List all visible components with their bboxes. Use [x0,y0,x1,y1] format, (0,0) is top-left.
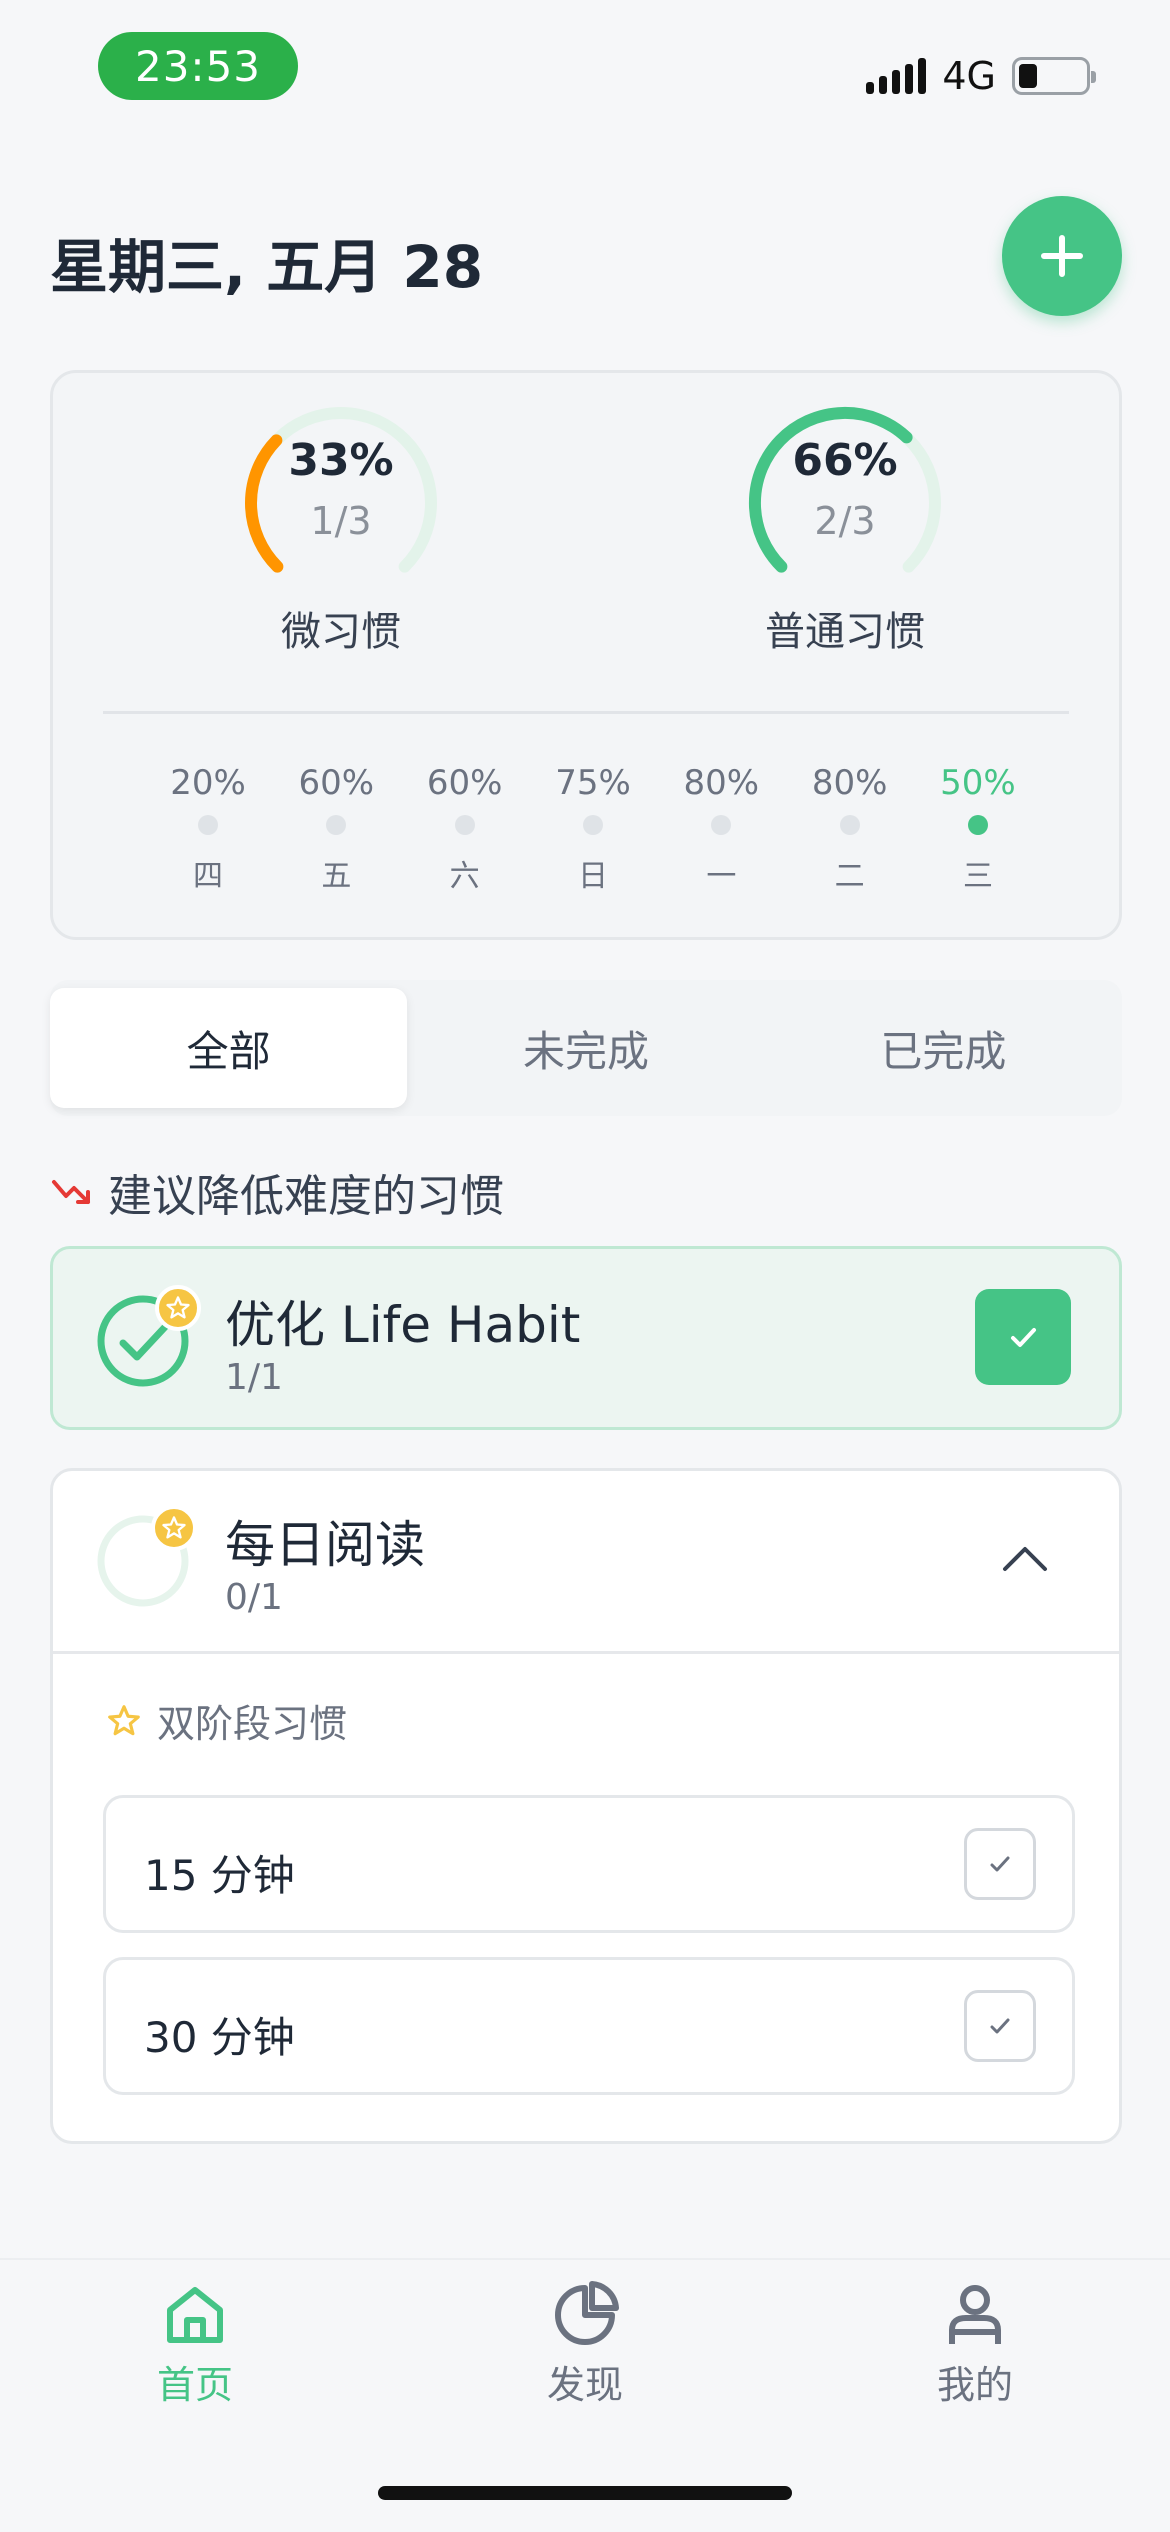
stage-checkbox[interactable] [964,1828,1036,1900]
stage-option[interactable]: 30 分钟 [103,1957,1075,2095]
complete-habit-button[interactable] [975,1289,1071,1385]
battery-icon [1012,57,1096,95]
plus-icon [1041,235,1083,277]
status-time: 23:53 [98,32,298,100]
signal-icon [866,58,927,94]
nav-discover[interactable]: 发现 [485,2280,685,2409]
day-item[interactable]: 60% 五 [281,763,391,895]
normal-habit-ring: 66% 2/3 [735,393,955,613]
day-item[interactable]: 60% 六 [410,763,520,895]
day-percent: 50% [940,763,1016,803]
star-icon [151,1505,197,1551]
ring-fraction: 1/3 [310,499,372,543]
day-percent: 80% [683,763,760,803]
day-percent: 60% [426,763,503,803]
check-icon [1011,1328,1036,1347]
day-dot [454,815,475,835]
day-dot [711,815,732,835]
micro-habit-ring: 33% 1/3 [231,393,451,613]
nav-label: 首页 [156,2363,233,2407]
ring-fraction: 2/3 [814,499,876,543]
check-icon [119,1323,169,1361]
tab-all[interactable]: 全部 [50,988,408,1108]
two-stage-text: 双阶段习惯 [157,1702,348,1746]
divider [53,1651,1119,1654]
day-percent: 75% [555,763,631,803]
page-title: 星期三, 五月 28 [50,233,484,301]
habit-count: 1/1 [225,1357,283,1398]
habit-name: 每日阅读 [225,1516,425,1574]
habit-count: 0/1 [225,1577,283,1618]
star-outline-icon [108,1704,140,1735]
stage-option[interactable]: 15 分钟 [103,1795,1075,1933]
day-name: 日 [577,859,608,894]
status-indicators: 4G [866,52,1096,100]
day-name: 一 [706,859,737,894]
stats-card: 33% 1/3 微习惯 66% 2/3 普通习惯 20% 四 60% 五 60% 六 … [50,370,1122,940]
day-dot [839,815,860,835]
day-dot [967,815,988,835]
tab-incomplete[interactable]: 未完成 [407,980,764,1116]
ring-percent: 33% [288,435,394,486]
day-name: 三 [962,859,993,894]
home-icon [167,2287,223,2343]
trend-down-icon [52,1180,90,1204]
week-progress: 20% 四 60% 五 60% 六 75% 日 80% 一 80% 二 50% 三 [153,763,1033,895]
day-item[interactable]: 20% 四 [153,763,263,895]
nav-home[interactable]: 首页 [95,2280,295,2409]
check-icon [990,1856,1010,1872]
divider [103,711,1069,714]
day-percent: 80% [811,763,888,803]
network-type: 4G [942,54,996,98]
stage-label: 15 分钟 [144,1851,295,1900]
day-dot [198,815,218,835]
pie-chart-icon [555,2281,619,2345]
day-name: 二 [834,859,865,894]
day-item[interactable]: 80% 二 [795,763,905,895]
ring-label: 微习惯 [281,609,401,655]
ring-percent: 66% [792,435,898,486]
day-name: 四 [193,859,223,894]
tab-completed[interactable]: 已完成 [765,980,1122,1116]
day-dot [582,815,603,835]
stage-label: 30 分钟 [144,2013,295,2062]
habit-card-expanded[interactable]: 每日阅读 0/1 双阶段习惯 15 分钟 30 分钟 [50,1468,1122,2144]
day-item[interactable]: 75% 日 [538,763,648,895]
section-title: 建议降低难度的习惯 [108,1171,504,1222]
chevron-up-icon[interactable] [1001,1543,1049,1573]
home-indicator [378,2486,792,2500]
day-item-today[interactable]: 50% 三 [923,763,1033,895]
user-icon [949,2285,1001,2344]
check-icon [990,2018,1010,2034]
day-dot [326,815,347,835]
filter-tabs: 全部 未完成 已完成 [50,980,1122,1116]
star-icon [155,1285,201,1331]
add-habit-button[interactable] [1002,196,1122,316]
stage-checkbox[interactable] [964,1990,1036,2062]
day-percent: 20% [170,763,246,803]
day-percent: 60% [298,763,375,803]
ring-label: 普通习惯 [765,609,925,655]
day-item[interactable]: 80% 一 [666,763,776,895]
day-name: 六 [449,859,480,894]
nav-label: 发现 [546,2363,623,2407]
nav-label: 我的 [936,2363,1013,2407]
habit-name: 优化 Life Habit [225,1296,581,1354]
day-name: 五 [321,859,352,894]
section-header: 建议降低难度的习惯 [50,1160,504,1224]
two-stage-label: 双阶段习惯 [105,1693,347,1748]
nav-profile[interactable]: 我的 [875,2280,1075,2409]
habit-card[interactable]: 优化 Life Habit 1/1 [50,1246,1122,1430]
